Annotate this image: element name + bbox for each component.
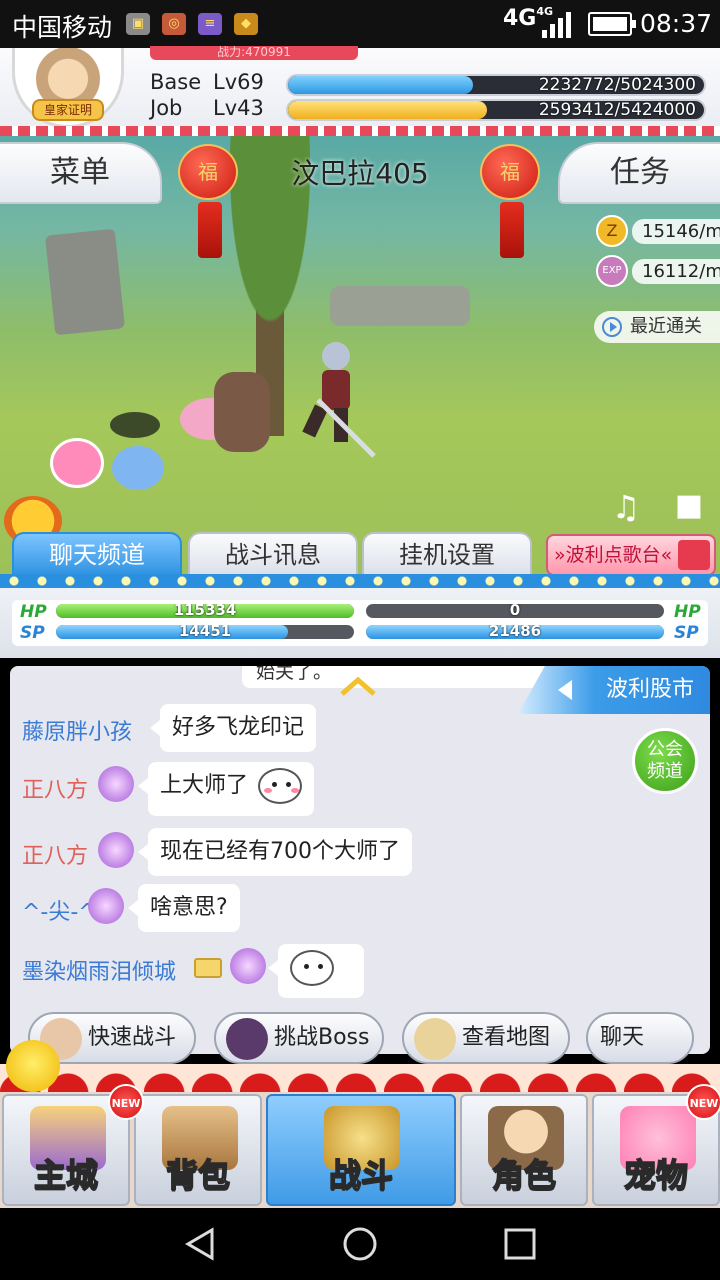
new-badge: NEW bbox=[686, 1084, 720, 1120]
image-icon: ▣ bbox=[126, 13, 150, 35]
id-card-icon bbox=[194, 958, 222, 978]
sender-name[interactable]: 正八方 bbox=[22, 772, 88, 804]
tab-chat-channel[interactable]: 聊天频道 bbox=[12, 532, 182, 578]
challenge-boss-button[interactable]: 挑战Boss bbox=[214, 1012, 384, 1064]
target-hp-label: HP bbox=[674, 602, 701, 622]
job-exp-bar: 2593412/5424000 bbox=[286, 99, 706, 121]
recent-clear-button[interactable]: 最近通关 bbox=[594, 311, 720, 343]
message-bubble bbox=[268, 944, 364, 998]
exp-icon: EXP bbox=[596, 255, 628, 287]
rank-badge-icon bbox=[98, 832, 134, 868]
job-exp-fill bbox=[288, 101, 487, 119]
blush-emote-icon bbox=[258, 768, 303, 804]
clock: 08:37 bbox=[640, 9, 713, 38]
player-character bbox=[302, 342, 376, 458]
angry-emote-icon bbox=[290, 950, 334, 986]
notes-icon: ≡ bbox=[198, 13, 222, 35]
exp-rate: EXP 16112/m bbox=[596, 255, 720, 287]
festive-clouds bbox=[0, 1064, 720, 1094]
sender-name[interactable]: ^-尖-^ bbox=[22, 894, 97, 926]
battery-icon bbox=[588, 12, 636, 36]
base-exp-bar: 2232772/5024300 bbox=[286, 74, 706, 96]
nav-battle[interactable]: 战斗 bbox=[266, 1094, 456, 1206]
chat-message: ^-尖-^ 啥意思? bbox=[10, 884, 610, 932]
sender-name[interactable]: 正八方 bbox=[22, 838, 88, 870]
sender-name[interactable]: 藤原胖小孩 bbox=[22, 714, 132, 746]
chat-message: 正八方 上大师了 bbox=[10, 762, 610, 816]
nav-character[interactable]: 角色 bbox=[460, 1094, 588, 1206]
lantern-decoration: 福 bbox=[480, 144, 544, 264]
zeny-rate: Z 15146/m bbox=[596, 215, 720, 247]
hp-label: HP bbox=[20, 602, 47, 622]
status-bar: 中国移动 ▣ ◎ ≡ ◆ 4G4G 08:37 bbox=[0, 0, 720, 48]
store-icon: ◆ bbox=[234, 13, 258, 35]
tab-afk-settings[interactable]: 挂机设置 bbox=[362, 532, 532, 578]
message-bubble: 好多飞龙印记 bbox=[149, 704, 317, 752]
target-hp-bar: 0 bbox=[366, 604, 664, 618]
chick-mascot-icon[interactable] bbox=[6, 1040, 60, 1092]
boss-icon bbox=[226, 1018, 268, 1060]
chat-tabs: 聊天频道 战斗讯息 挂机设置 »波利点歌台« bbox=[0, 530, 720, 580]
camera-icon[interactable]: ■ bbox=[664, 488, 714, 528]
lantern-decoration: 福 bbox=[178, 144, 242, 264]
ant-monster[interactable] bbox=[110, 412, 160, 438]
signal-icon bbox=[542, 12, 571, 38]
app-icon: ◎ bbox=[162, 13, 186, 35]
new-badge: NEW bbox=[108, 1084, 144, 1120]
chat-panel[interactable]: 始关了。 波利股市 公会 频道 藤原胖小孩 好多飞龙印记 正八方 上大师了 正八… bbox=[10, 666, 710, 1054]
home-icon[interactable] bbox=[342, 1226, 378, 1262]
festive-rim bbox=[0, 126, 720, 136]
battle-scene[interactable]: 菜单 任务 汶巴拉405 福 福 Z 15146/m EXP 16112/m 最… bbox=[0, 136, 720, 596]
base-exp-fill bbox=[288, 76, 473, 94]
bottom-nav: 主城 背包 战斗 角色 宠物 bbox=[0, 1092, 720, 1208]
previous-message: 始关了。 bbox=[242, 666, 562, 688]
avatar-badge: 皇家证明 bbox=[32, 99, 104, 121]
map-name: 汶巴拉405 bbox=[291, 157, 429, 190]
chat-toggle-button[interactable]: 聊天 bbox=[586, 1012, 694, 1064]
combat-power: 战力:470991 bbox=[150, 46, 358, 60]
player-header: 战力:470991 Base Lv69 2232772/5024300 Job … bbox=[0, 46, 720, 136]
radio-icon bbox=[678, 540, 710, 570]
chat-message: 藤原胖小孩 好多飞龙印记 bbox=[10, 704, 610, 752]
sp-label: SP bbox=[20, 623, 45, 643]
vitals-panel: HP SP 115334 14451 0 21486 HP SP bbox=[0, 588, 720, 658]
notification-icons: ▣ ◎ ≡ ◆ bbox=[126, 13, 258, 35]
carrier-name: 中国移动 bbox=[12, 13, 113, 42]
blue-plant bbox=[112, 446, 164, 490]
message-bubble: 现在已经有700个大师了 bbox=[138, 828, 412, 876]
pet-poring[interactable] bbox=[50, 438, 104, 488]
scroll-map-icon bbox=[414, 1018, 456, 1060]
back-icon[interactable] bbox=[182, 1226, 218, 1262]
pet-badge-icon bbox=[88, 888, 124, 924]
sender-name[interactable]: 墨染烟雨泪倾城 bbox=[22, 954, 176, 986]
recents-icon[interactable] bbox=[502, 1226, 538, 1262]
back-arrow-icon bbox=[558, 680, 572, 700]
chevron-up-icon[interactable] bbox=[338, 676, 378, 696]
guild-channel-button[interactable]: 公会 频道 bbox=[632, 728, 698, 794]
message-bubble: 上大师了 bbox=[137, 762, 315, 816]
player-hp-bar: 115334 bbox=[56, 604, 354, 618]
system-nav-bar bbox=[0, 1208, 720, 1280]
song-request-button[interactable]: »波利点歌台« bbox=[546, 534, 716, 576]
chat-message: 正八方 现在已经有700个大师了 bbox=[10, 828, 610, 876]
winged-monster[interactable] bbox=[214, 372, 270, 452]
light-strip bbox=[0, 574, 720, 588]
play-icon bbox=[602, 317, 622, 337]
player-sp-bar: 14451 bbox=[56, 625, 354, 639]
nav-backpack[interactable]: 背包 bbox=[134, 1094, 262, 1206]
rank-badge-icon bbox=[98, 766, 134, 802]
pet-badge-icon bbox=[230, 948, 266, 984]
target-sp-label: SP bbox=[674, 623, 699, 643]
message-bubble: 啥意思? bbox=[128, 884, 240, 932]
stone-pillar bbox=[44, 228, 126, 336]
tab-battle-info[interactable]: 战斗讯息 bbox=[188, 532, 358, 578]
target-sp-bar: 21486 bbox=[366, 625, 664, 639]
chat-message: 墨染烟雨泪倾城 bbox=[10, 944, 610, 998]
view-map-button[interactable]: 查看地图 bbox=[402, 1012, 570, 1064]
music-icon[interactable]: ♫ bbox=[606, 488, 646, 528]
zeny-coin-icon: Z bbox=[596, 215, 628, 247]
